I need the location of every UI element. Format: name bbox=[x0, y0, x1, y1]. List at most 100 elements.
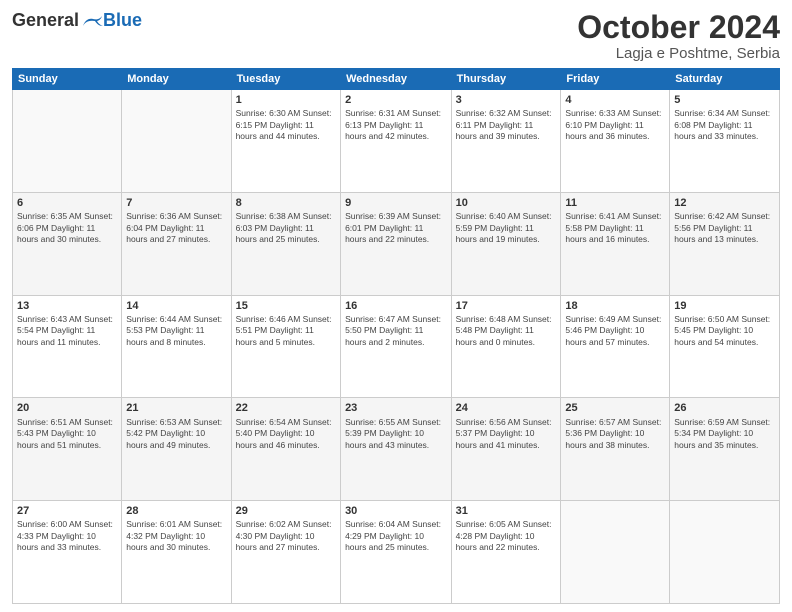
table-row: 30Sunrise: 6:04 AM Sunset: 4:29 PM Dayli… bbox=[341, 501, 452, 604]
table-row: 22 Sunrise: 6:54 AM Sunset: 5:40 PM Dayli… bbox=[231, 398, 340, 501]
table-row bbox=[122, 90, 231, 193]
calendar-week-row: 6Sunrise: 6:35 AM Sunset: 6:06 PM Daylig… bbox=[13, 192, 780, 295]
day-number: 27 bbox=[17, 504, 117, 518]
day-number: 1 bbox=[236, 93, 336, 107]
table-row: 28Sunrise: 6:01 AM Sunset: 4:32 PM Dayli… bbox=[122, 501, 231, 604]
day-number: 3 bbox=[456, 93, 557, 107]
table-row: 14Sunrise: 6:44 AM Sunset: 5:53 PM Dayli… bbox=[122, 295, 231, 398]
day-number: 26 bbox=[674, 401, 775, 415]
day-number: 19 bbox=[674, 299, 775, 313]
day-info: Sunrise: 6:46 AM Sunset: 5:51 PM Dayligh… bbox=[236, 314, 336, 348]
table-row bbox=[561, 501, 670, 604]
table-row: 21 Sunrise: 6:53 AM Sunset: 5:42 PM Dayli… bbox=[122, 398, 231, 501]
day-info: Sunrise: 6:32 AM Sunset: 6:11 PM Dayligh… bbox=[456, 108, 557, 142]
day-info: Sunrise: 6:44 AM Sunset: 5:53 PM Dayligh… bbox=[126, 314, 226, 348]
table-row: 17Sunrise: 6:48 AM Sunset: 5:48 PM Dayli… bbox=[451, 295, 561, 398]
day-info: Sunrise: 6:04 AM Sunset: 4:29 PM Dayligh… bbox=[345, 519, 447, 553]
day-info: Sunrise: 6:43 AM Sunset: 5:54 PM Dayligh… bbox=[17, 314, 117, 348]
day-number: 29 bbox=[236, 504, 336, 518]
table-row: 19Sunrise: 6:50 AM Sunset: 5:45 PM Dayli… bbox=[670, 295, 780, 398]
day-info: Sunrise: 6:57 AM Sunset: 5:36 PM Dayligh… bbox=[565, 417, 665, 451]
table-row: 4Sunrise: 6:33 AM Sunset: 6:10 PM Daylig… bbox=[561, 90, 670, 193]
table-row: 18Sunrise: 6:49 AM Sunset: 5:46 PM Dayli… bbox=[561, 295, 670, 398]
day-number: 20 bbox=[17, 401, 117, 415]
table-row bbox=[670, 501, 780, 604]
table-row: 2Sunrise: 6:31 AM Sunset: 6:13 PM Daylig… bbox=[341, 90, 452, 193]
day-info: Sunrise: 6:38 AM Sunset: 6:03 PM Dayligh… bbox=[236, 211, 336, 245]
day-info: Sunrise: 6:47 AM Sunset: 5:50 PM Dayligh… bbox=[345, 314, 447, 348]
table-row: 29Sunrise: 6:02 AM Sunset: 4:30 PM Dayli… bbox=[231, 501, 340, 604]
logo: General Blue bbox=[12, 10, 142, 31]
page: General Blue October 2024 Lagja e Poshtm… bbox=[0, 0, 792, 612]
day-number: 11 bbox=[565, 196, 665, 210]
table-row: 27Sunrise: 6:00 AM Sunset: 4:33 PM Dayli… bbox=[13, 501, 122, 604]
day-number: 2 bbox=[345, 93, 447, 107]
table-row: 13Sunrise: 6:43 AM Sunset: 5:54 PM Dayli… bbox=[13, 295, 122, 398]
calendar-week-row: 20 Sunrise: 6:51 AM Sunset: 5:43 PM Dayli… bbox=[13, 398, 780, 501]
table-row: 9Sunrise: 6:39 AM Sunset: 6:01 PM Daylig… bbox=[341, 192, 452, 295]
day-info: Sunrise: 6:51 AM Sunset: 5:43 PM Dayligh… bbox=[17, 417, 117, 451]
day-number: 12 bbox=[674, 196, 775, 210]
day-info: Sunrise: 6:30 AM Sunset: 6:15 PM Dayligh… bbox=[236, 108, 336, 142]
table-row: 16Sunrise: 6:47 AM Sunset: 5:50 PM Dayli… bbox=[341, 295, 452, 398]
table-row: 6Sunrise: 6:35 AM Sunset: 6:06 PM Daylig… bbox=[13, 192, 122, 295]
day-number: 16 bbox=[345, 299, 447, 313]
day-number: 21 bbox=[126, 401, 226, 415]
day-info: Sunrise: 6:40 AM Sunset: 5:59 PM Dayligh… bbox=[456, 211, 557, 245]
day-info: Sunrise: 6:55 AM Sunset: 5:39 PM Dayligh… bbox=[345, 417, 447, 451]
day-info: Sunrise: 6:05 AM Sunset: 4:28 PM Dayligh… bbox=[456, 519, 557, 553]
logo-general-text: General bbox=[12, 10, 79, 31]
table-row bbox=[13, 90, 122, 193]
day-info: Sunrise: 6:41 AM Sunset: 5:58 PM Dayligh… bbox=[565, 211, 665, 245]
col-monday: Monday bbox=[122, 69, 231, 90]
table-row: 3Sunrise: 6:32 AM Sunset: 6:11 PM Daylig… bbox=[451, 90, 561, 193]
table-row: 12Sunrise: 6:42 AM Sunset: 5:56 PM Dayli… bbox=[670, 192, 780, 295]
day-number: 28 bbox=[126, 504, 226, 518]
day-info: Sunrise: 6:01 AM Sunset: 4:32 PM Dayligh… bbox=[126, 519, 226, 553]
day-info: Sunrise: 6:53 AM Sunset: 5:42 PM Dayligh… bbox=[126, 417, 226, 451]
day-info: Sunrise: 6:50 AM Sunset: 5:45 PM Dayligh… bbox=[674, 314, 775, 348]
logo-bird-icon bbox=[81, 12, 103, 30]
table-row: 26 Sunrise: 6:59 AM Sunset: 5:34 PM Dayli… bbox=[670, 398, 780, 501]
day-number: 22 bbox=[236, 401, 336, 415]
day-info: Sunrise: 6:31 AM Sunset: 6:13 PM Dayligh… bbox=[345, 108, 447, 142]
col-tuesday: Tuesday bbox=[231, 69, 340, 90]
day-info: Sunrise: 6:48 AM Sunset: 5:48 PM Dayligh… bbox=[456, 314, 557, 348]
day-number: 8 bbox=[236, 196, 336, 210]
day-info: Sunrise: 6:49 AM Sunset: 5:46 PM Dayligh… bbox=[565, 314, 665, 348]
day-info: Sunrise: 6:56 AM Sunset: 5:37 PM Dayligh… bbox=[456, 417, 557, 451]
col-thursday: Thursday bbox=[451, 69, 561, 90]
day-info: Sunrise: 6:33 AM Sunset: 6:10 PM Dayligh… bbox=[565, 108, 665, 142]
day-number: 15 bbox=[236, 299, 336, 313]
table-row: 31Sunrise: 6:05 AM Sunset: 4:28 PM Dayli… bbox=[451, 501, 561, 604]
table-row: 1Sunrise: 6:30 AM Sunset: 6:15 PM Daylig… bbox=[231, 90, 340, 193]
table-row: 10Sunrise: 6:40 AM Sunset: 5:59 PM Dayli… bbox=[451, 192, 561, 295]
day-info: Sunrise: 6:42 AM Sunset: 5:56 PM Dayligh… bbox=[674, 211, 775, 245]
calendar-week-row: 13Sunrise: 6:43 AM Sunset: 5:54 PM Dayli… bbox=[13, 295, 780, 398]
header-row: Sunday Monday Tuesday Wednesday Thursday… bbox=[13, 69, 780, 90]
location-subtitle: Lagja e Poshtme, Serbia bbox=[577, 45, 780, 62]
table-row: 25Sunrise: 6:57 AM Sunset: 5:36 PM Dayli… bbox=[561, 398, 670, 501]
table-row: 8Sunrise: 6:38 AM Sunset: 6:03 PM Daylig… bbox=[231, 192, 340, 295]
day-info: Sunrise: 6:54 AM Sunset: 5:40 PM Dayligh… bbox=[236, 417, 336, 451]
day-info: Sunrise: 6:00 AM Sunset: 4:33 PM Dayligh… bbox=[17, 519, 117, 553]
calendar-week-row: 27Sunrise: 6:00 AM Sunset: 4:33 PM Dayli… bbox=[13, 501, 780, 604]
table-row: 7Sunrise: 6:36 AM Sunset: 6:04 PM Daylig… bbox=[122, 192, 231, 295]
col-saturday: Saturday bbox=[670, 69, 780, 90]
col-wednesday: Wednesday bbox=[341, 69, 452, 90]
calendar-table: Sunday Monday Tuesday Wednesday Thursday… bbox=[12, 68, 780, 604]
day-number: 24 bbox=[456, 401, 557, 415]
day-number: 23 bbox=[345, 401, 447, 415]
header: General Blue October 2024 Lagja e Poshtm… bbox=[12, 10, 780, 62]
day-number: 7 bbox=[126, 196, 226, 210]
logo-area: General Blue bbox=[12, 10, 142, 31]
day-number: 30 bbox=[345, 504, 447, 518]
day-info: Sunrise: 6:35 AM Sunset: 6:06 PM Dayligh… bbox=[17, 211, 117, 245]
day-info: Sunrise: 6:39 AM Sunset: 6:01 PM Dayligh… bbox=[345, 211, 447, 245]
day-info: Sunrise: 6:59 AM Sunset: 5:34 PM Dayligh… bbox=[674, 417, 775, 451]
table-row: 23 Sunrise: 6:55 AM Sunset: 5:39 PM Dayli… bbox=[341, 398, 452, 501]
calendar-week-row: 1Sunrise: 6:30 AM Sunset: 6:15 PM Daylig… bbox=[13, 90, 780, 193]
day-number: 5 bbox=[674, 93, 775, 107]
day-info: Sunrise: 6:36 AM Sunset: 6:04 PM Dayligh… bbox=[126, 211, 226, 245]
day-number: 17 bbox=[456, 299, 557, 313]
